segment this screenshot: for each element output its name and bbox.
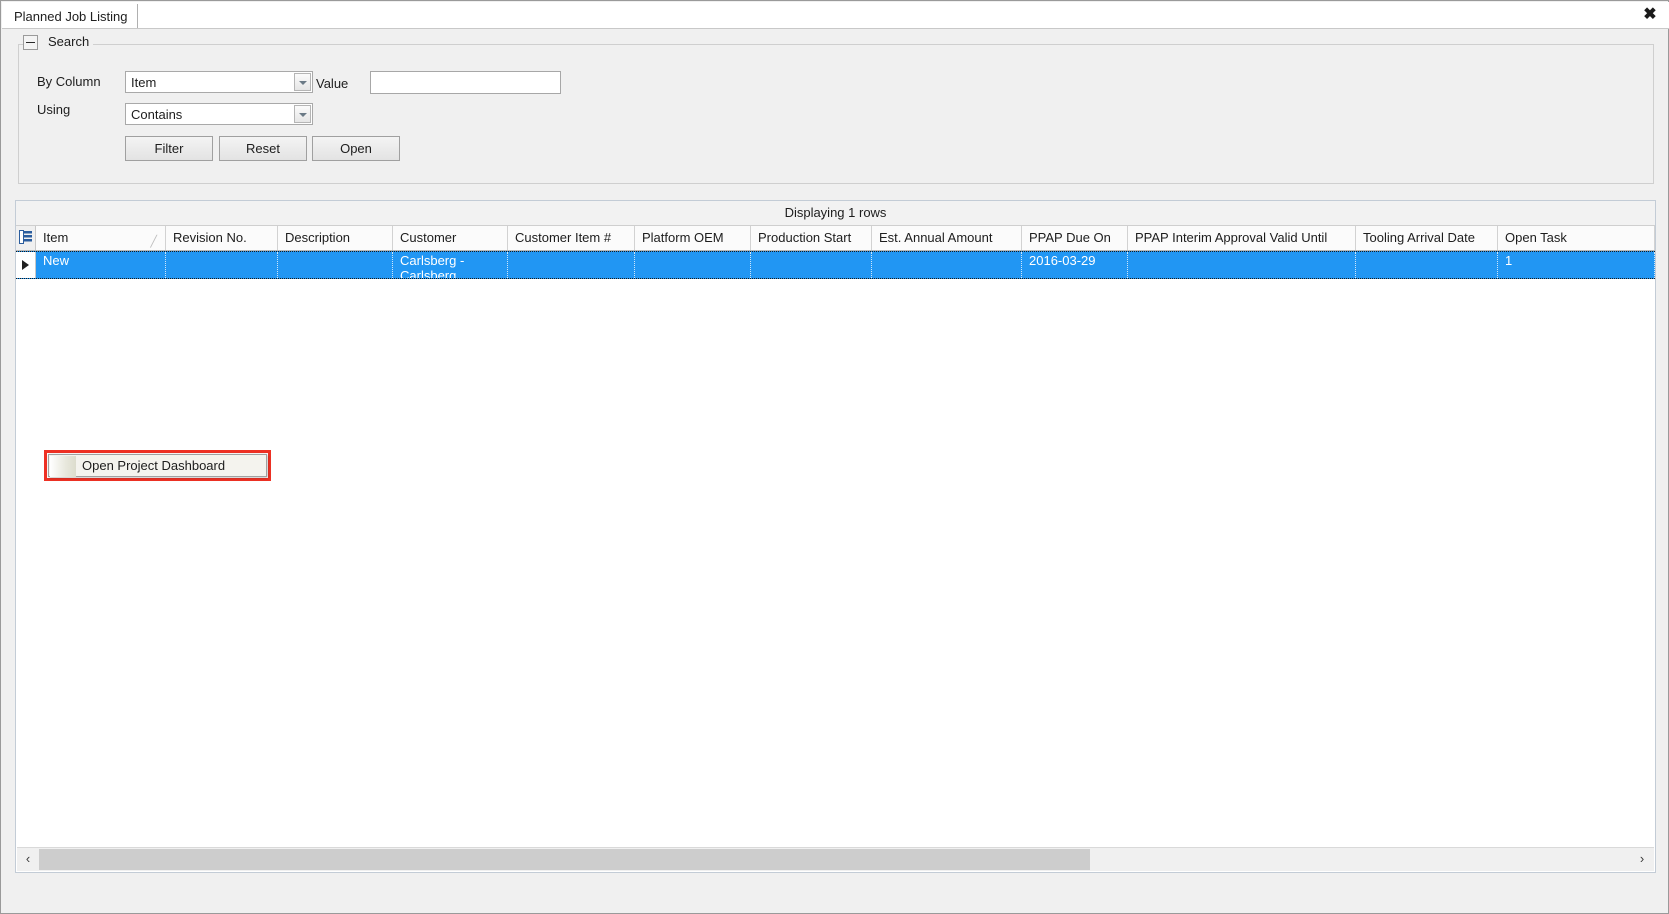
menu-item-open-project-dashboard[interactable]: Open Project Dashboard — [82, 455, 225, 478]
column-header[interactable]: Revision No. — [166, 226, 278, 250]
value-label: Value — [316, 76, 349, 91]
column-header-label: Description — [285, 230, 351, 245]
column-header[interactable]: Customer — [393, 226, 508, 250]
reset-button[interactable]: Reset — [219, 136, 307, 161]
using-label: Using — [37, 102, 71, 117]
grid-body: New Carlsberg - Carlsberg 2016-03-29 1 — [16, 251, 1655, 848]
by-column-select-value: Item — [131, 75, 157, 90]
using-select-value: Contains — [131, 107, 183, 122]
column-header-label: Open Task — [1505, 230, 1567, 245]
search-panel-title: Search — [44, 34, 94, 49]
chevron-down-icon[interactable] — [294, 73, 311, 91]
column-header-label: PPAP Due On — [1029, 230, 1111, 245]
select-all-grid-icon[interactable] — [16, 226, 36, 250]
table-cell — [1356, 252, 1498, 278]
scrollbar-thumb[interactable] — [39, 849, 1090, 870]
using-select[interactable]: Contains — [125, 103, 313, 125]
tab-planned-job-listing[interactable]: Planned Job Listing — [6, 4, 139, 28]
context-menu-icon-gutter — [50, 456, 76, 477]
column-header-label: Customer Item # — [515, 230, 612, 245]
context-menu: Open Project Dashboard — [48, 454, 267, 477]
column-header[interactable]: PPAP Due On — [1022, 226, 1128, 250]
filter-button[interactable]: Filter — [125, 136, 213, 161]
row-selector-arrow-icon — [16, 252, 36, 278]
column-header[interactable]: Open Task — [1498, 226, 1655, 250]
column-header[interactable]: Tooling Arrival Date — [1356, 226, 1498, 250]
scroll-left-icon[interactable]: ‹ — [18, 848, 38, 871]
table-cell — [166, 252, 278, 278]
table-cell — [751, 252, 872, 278]
column-header-label: PPAP Interim Approval Valid Until — [1135, 230, 1328, 245]
table-cell: 2016-03-29 — [1022, 252, 1128, 278]
tab-strip: Planned Job Listing ✖ — [2, 2, 1669, 29]
table-cell — [872, 252, 1022, 278]
grid-row-count-label: Displaying 1 rows — [16, 201, 1655, 226]
column-header-label: Customer — [400, 230, 457, 245]
table-cell: Carlsberg - Carlsberg — [393, 252, 508, 278]
scroll-right-icon[interactable]: › — [1632, 848, 1652, 871]
chevron-down-icon[interactable] — [294, 105, 311, 123]
column-header-label: Item — [43, 230, 69, 245]
column-header[interactable]: Production Start — [751, 226, 872, 250]
table-row[interactable]: New Carlsberg - Carlsberg 2016-03-29 1 — [16, 251, 1655, 279]
sort-indicator-icon: ╱ — [150, 236, 157, 248]
horizontal-scrollbar[interactable]: ‹ › — [17, 847, 1654, 871]
column-header[interactable]: Est. Annual Amount — [872, 226, 1022, 250]
table-cell: 1 — [1498, 252, 1655, 278]
column-header[interactable]: Item ╱ — [36, 226, 166, 250]
column-header-label: Platform OEM — [642, 230, 724, 245]
value-input[interactable] — [370, 71, 561, 94]
column-header-label: Production Start — [758, 230, 852, 245]
column-header[interactable]: Description — [278, 226, 393, 250]
close-icon[interactable]: ✖ — [1639, 4, 1661, 26]
column-header-label: Revision No. — [173, 230, 247, 245]
by-column-select[interactable]: Item — [125, 71, 313, 93]
table-cell — [1128, 252, 1356, 278]
data-grid: Displaying 1 rows Item ╱ Revision No. Descr… — [15, 200, 1656, 873]
application-window: Planned Job Listing ✖ Search By Column I… — [0, 0, 1669, 914]
column-header[interactable]: Platform OEM — [635, 226, 751, 250]
table-cell — [278, 252, 393, 278]
column-header-label: Est. Annual Amount — [879, 230, 993, 245]
by-column-label: By Column — [37, 74, 101, 89]
column-header[interactable]: Customer Item # — [508, 226, 635, 250]
minus-icon[interactable] — [23, 35, 38, 50]
column-header-label: Tooling Arrival Date — [1363, 230, 1475, 245]
column-header[interactable]: PPAP Interim Approval Valid Until — [1128, 226, 1356, 250]
table-cell — [508, 252, 635, 278]
grid-header-row: Item ╱ Revision No. Description Customer Cust… — [16, 226, 1655, 251]
group-border-right — [93, 44, 1654, 45]
table-cell: New — [36, 252, 166, 278]
table-cell — [635, 252, 751, 278]
open-button[interactable]: Open — [312, 136, 400, 161]
